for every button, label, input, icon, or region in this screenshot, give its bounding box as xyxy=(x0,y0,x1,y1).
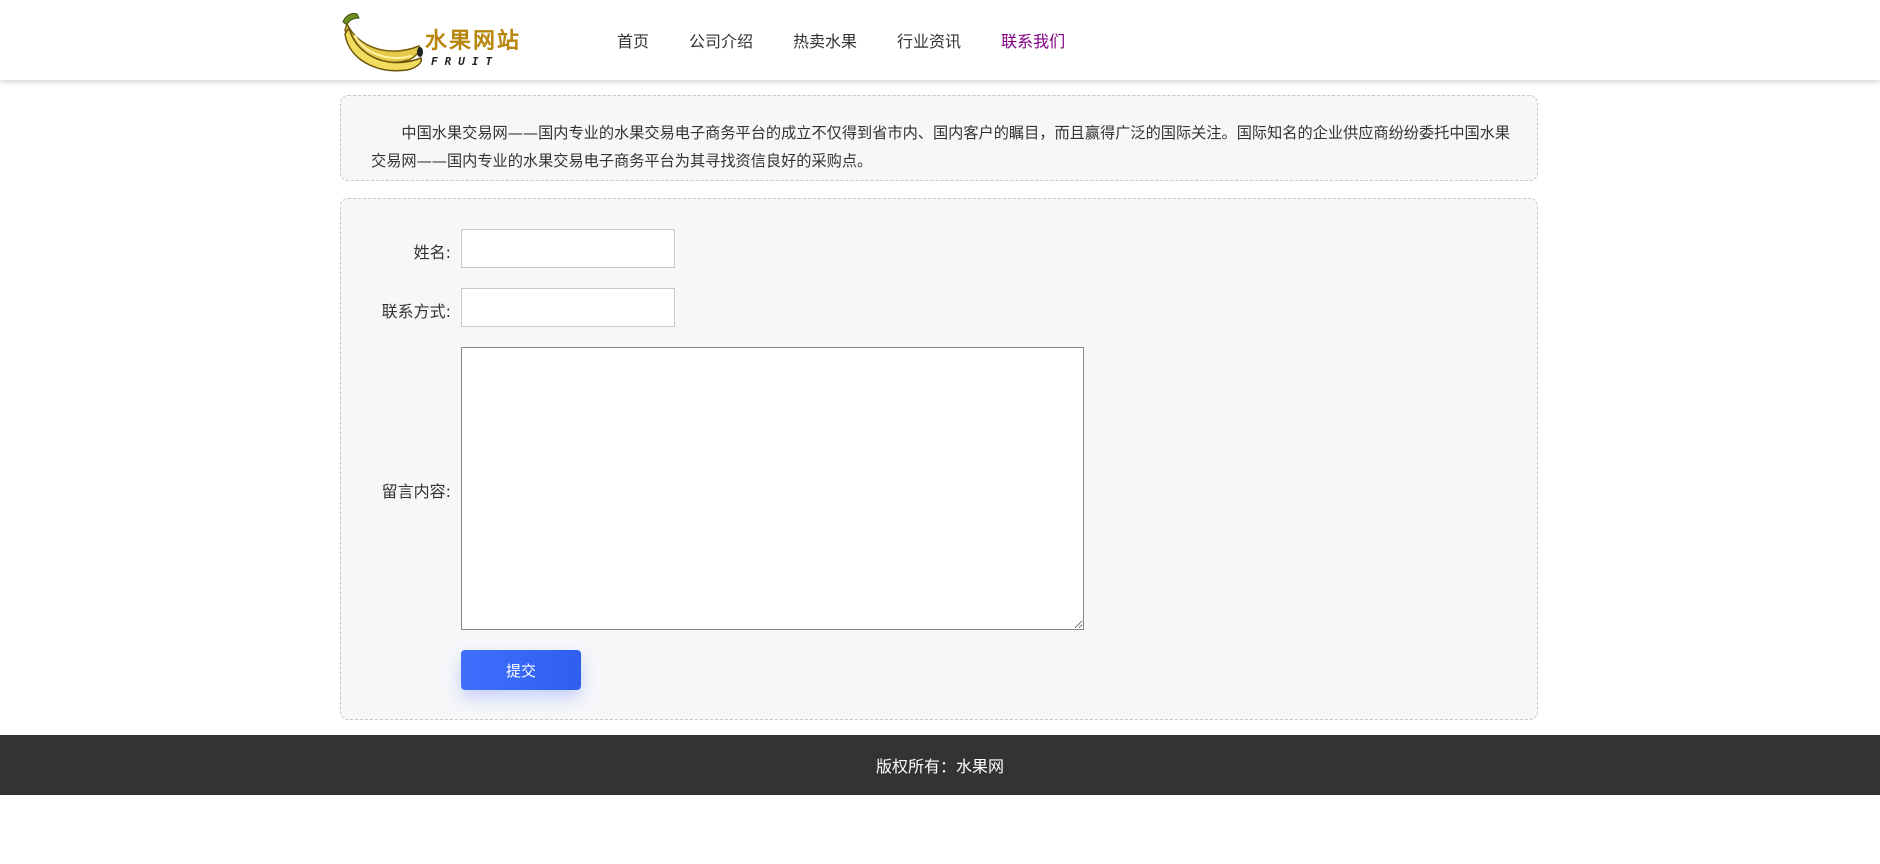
main-nav: 首页 公司介绍 热卖水果 行业资讯 联系我们 xyxy=(617,0,1105,80)
nav-item-news[interactable]: 行业资讯 xyxy=(897,28,961,52)
intro-text: 中国水果交易网——国内专业的水果交易电子商务平台的成立不仅得到省市内、国内客户的… xyxy=(371,124,1511,170)
message-label: 留言内容: xyxy=(381,482,451,501)
submit-button[interactable]: 提交 xyxy=(461,650,581,690)
message-textarea[interactable] xyxy=(461,347,1084,630)
nav-item-company[interactable]: 公司介绍 xyxy=(689,28,753,52)
banana-icon xyxy=(342,13,423,72)
logo-subtitle: FRUIT xyxy=(431,55,500,68)
contact-label: 联系方式: xyxy=(381,302,451,321)
name-label: 姓名: xyxy=(413,243,451,262)
nav-item-contact[interactable]: 联系我们 xyxy=(1001,28,1065,52)
site-header: 水果网站 FRUIT 首页 公司介绍 热卖水果 行业资讯 联系我们 xyxy=(0,0,1880,80)
site-footer: 版权所有：水果网 xyxy=(0,735,1880,795)
logo-text: 水果网站 xyxy=(425,28,522,54)
name-input[interactable] xyxy=(461,229,675,268)
site-logo[interactable]: 水果网站 FRUIT xyxy=(339,8,539,72)
contact-form: 姓名: 联系方式: 留言内容: 提交 xyxy=(340,198,1538,720)
intro-box: 中国水果交易网——国内专业的水果交易电子商务平台的成立不仅得到省市内、国内客户的… xyxy=(340,95,1538,181)
contact-input[interactable] xyxy=(461,288,675,327)
nav-item-hot-fruit[interactable]: 热卖水果 xyxy=(793,28,857,52)
nav-item-home[interactable]: 首页 xyxy=(617,28,649,52)
copyright-text: 版权所有：水果网 xyxy=(875,757,1004,776)
